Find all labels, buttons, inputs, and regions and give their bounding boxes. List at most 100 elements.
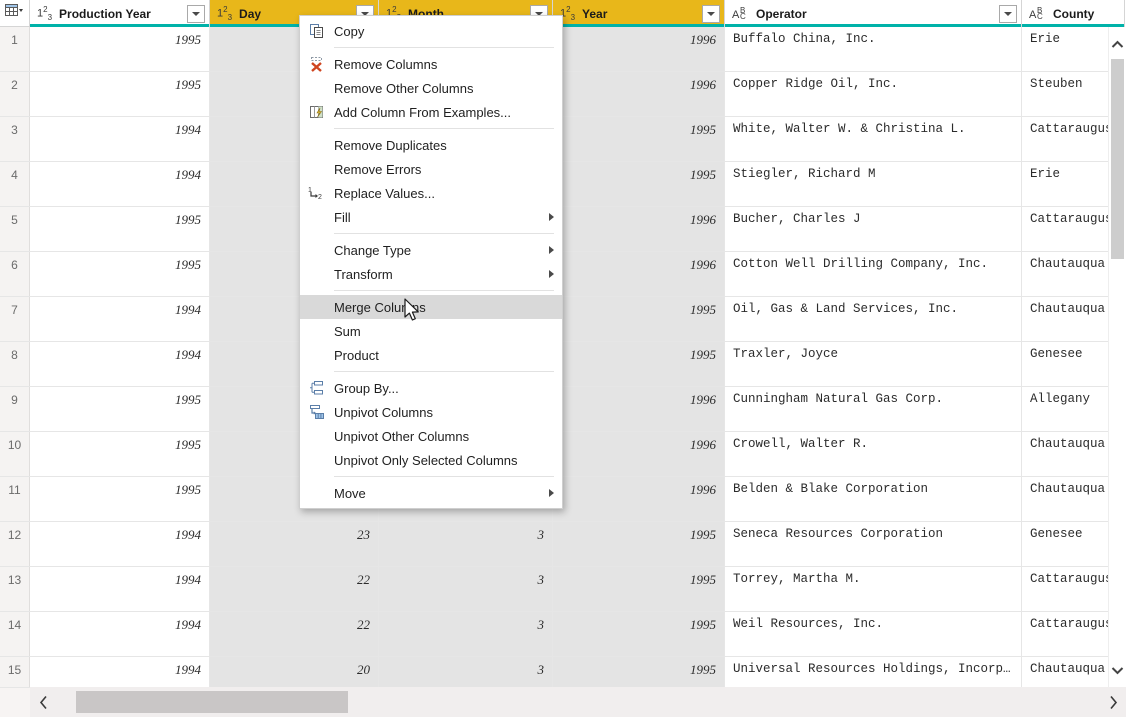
- cell-production-year[interactable]: 1994: [30, 657, 210, 687]
- cell-operator[interactable]: Stiegler, Richard M: [725, 162, 1022, 206]
- cell-operator[interactable]: Traxler, Joyce: [725, 342, 1022, 386]
- cell-year[interactable]: 1996: [553, 432, 725, 476]
- cell-year[interactable]: 1995: [553, 612, 725, 656]
- table-row[interactable]: 2 1995 1996 Copper Ridge Oil, Inc. Steuben: [0, 72, 1126, 117]
- table-row[interactable]: 10 1995 1996 Crowell, Walter R. Chautauqua: [0, 432, 1126, 477]
- table-row[interactable]: 9 1995 1996 Cunningham Natural Gas Corp. All…: [0, 387, 1126, 432]
- cell-month[interactable]: 3: [379, 567, 553, 611]
- column-header-operator[interactable]: A B C Operator: [725, 0, 1022, 27]
- table-row[interactable]: 4 1994 1995 Stiegler, Richard M Erie: [0, 162, 1126, 207]
- table-row[interactable]: 14 1994 22 3 1995 Weil Resources, Inc. Cattara…: [0, 612, 1126, 657]
- cell-operator[interactable]: Copper Ridge Oil, Inc.: [725, 72, 1022, 116]
- cell-operator[interactable]: White, Walter W. & Christina L.: [725, 117, 1022, 161]
- cell-production-year[interactable]: 1994: [30, 117, 210, 161]
- cell-production-year[interactable]: 1994: [30, 522, 210, 566]
- cell-operator[interactable]: Cotton Well Drilling Company, Inc.: [725, 252, 1022, 296]
- horizontal-scrollbar-track[interactable]: [56, 691, 1100, 713]
- horizontal-scrollbar[interactable]: [30, 687, 1126, 717]
- cell-year[interactable]: 1996: [553, 207, 725, 251]
- cell-year[interactable]: 1995: [553, 117, 725, 161]
- cell-year[interactable]: 1996: [553, 387, 725, 431]
- table-row[interactable]: 12 1994 23 3 1995 Seneca Resources Corporatio…: [0, 522, 1126, 567]
- cell-operator[interactable]: Buffalo China, Inc.: [725, 27, 1022, 71]
- menu-item-copy[interactable]: Copy: [300, 19, 562, 43]
- cell-production-year[interactable]: 1995: [30, 387, 210, 431]
- menu-item-group-by[interactable]: Group By...: [300, 376, 562, 400]
- menu-item-add-column-from-examples[interactable]: Add Column From Examples...: [300, 100, 562, 124]
- column-filter-button[interactable]: [702, 4, 720, 23]
- menu-item-replace-values[interactable]: 1 2 Replace Values...: [300, 181, 562, 205]
- horizontal-scrollbar-thumb[interactable]: [76, 691, 348, 713]
- cell-year[interactable]: 1996: [553, 72, 725, 116]
- cell-year[interactable]: 1996: [553, 27, 725, 71]
- cell-operator[interactable]: Weil Resources, Inc.: [725, 612, 1022, 656]
- cell-day[interactable]: 22: [210, 612, 379, 656]
- menu-item-remove-errors[interactable]: Remove Errors: [300, 157, 562, 181]
- menu-item-merge-columns[interactable]: Merge Columns: [300, 295, 562, 319]
- menu-item-unpivot-columns[interactable]: Unpivot Columns: [300, 400, 562, 424]
- menu-item-move[interactable]: Move: [300, 481, 562, 505]
- table-row[interactable]: 6 1995 1996 Cotton Well Drilling Company, I…: [0, 252, 1126, 297]
- cell-production-year[interactable]: 1994: [30, 297, 210, 341]
- table-row[interactable]: 5 1995 1996 Bucher, Charles J Cattaraugus: [0, 207, 1126, 252]
- column-header-county[interactable]: A B C County: [1022, 0, 1125, 27]
- menu-item-fill[interactable]: Fill: [300, 205, 562, 229]
- cell-day[interactable]: 20: [210, 657, 379, 687]
- column-header-year[interactable]: 123 Year: [553, 0, 725, 27]
- column-filter-button[interactable]: [187, 4, 205, 23]
- cell-production-year[interactable]: 1995: [30, 477, 210, 521]
- cell-year[interactable]: 1996: [553, 477, 725, 521]
- chevron-down-icon[interactable]: [1109, 661, 1126, 679]
- cell-production-year[interactable]: 1994: [30, 342, 210, 386]
- cell-year[interactable]: 1995: [553, 522, 725, 566]
- table-row[interactable]: 7 1994 1995 Oil, Gas & Land Services, Inc. C…: [0, 297, 1126, 342]
- select-all-columns-button[interactable]: [0, 0, 30, 27]
- cell-month[interactable]: 3: [379, 612, 553, 656]
- cell-production-year[interactable]: 1994: [30, 612, 210, 656]
- menu-item-remove-duplicates[interactable]: Remove Duplicates: [300, 133, 562, 157]
- cell-production-year[interactable]: 1995: [30, 207, 210, 251]
- cell-production-year[interactable]: 1994: [30, 567, 210, 611]
- menu-item-product[interactable]: Product: [300, 343, 562, 367]
- column-context-menu[interactable]: Copy Remove Columns Remove Other Columns Ad…: [299, 15, 563, 509]
- cell-production-year[interactable]: 1995: [30, 432, 210, 476]
- cell-day[interactable]: 23: [210, 522, 379, 566]
- cell-production-year[interactable]: 1994: [30, 162, 210, 206]
- menu-item-remove-columns[interactable]: Remove Columns: [300, 52, 562, 76]
- cell-operator[interactable]: Universal Resources Holdings, Incorp…: [725, 657, 1022, 687]
- menu-item-remove-other-columns[interactable]: Remove Other Columns: [300, 76, 562, 100]
- chevron-up-icon[interactable]: [1109, 35, 1126, 53]
- cell-operator[interactable]: Cunningham Natural Gas Corp.: [725, 387, 1022, 431]
- vertical-scrollbar[interactable]: [1108, 27, 1126, 687]
- cell-day[interactable]: 22: [210, 567, 379, 611]
- cell-production-year[interactable]: 1995: [30, 252, 210, 296]
- column-filter-button[interactable]: [999, 4, 1017, 23]
- column-header-production-year[interactable]: 123 Production Year: [30, 0, 210, 27]
- cell-operator[interactable]: Torrey, Martha M.: [725, 567, 1022, 611]
- cell-production-year[interactable]: 1995: [30, 27, 210, 71]
- cell-year[interactable]: 1996: [553, 252, 725, 296]
- table-row[interactable]: 15 1994 20 3 1995 Universal Resources Holding…: [0, 657, 1126, 687]
- cell-operator[interactable]: Oil, Gas & Land Services, Inc.: [725, 297, 1022, 341]
- cell-operator[interactable]: Crowell, Walter R.: [725, 432, 1022, 476]
- cell-production-year[interactable]: 1995: [30, 72, 210, 116]
- cell-year[interactable]: 1995: [553, 342, 725, 386]
- cell-year[interactable]: 1995: [553, 657, 725, 687]
- table-row[interactable]: 8 1994 1995 Traxler, Joyce Genesee: [0, 342, 1126, 387]
- cell-operator[interactable]: Bucher, Charles J: [725, 207, 1022, 251]
- menu-item-transform[interactable]: Transform: [300, 262, 562, 286]
- menu-item-sum[interactable]: Sum: [300, 319, 562, 343]
- table-row[interactable]: 111995441996Belden & Blake CorporationCh…: [0, 477, 1126, 522]
- chevron-left-icon[interactable]: [30, 695, 56, 710]
- cell-month[interactable]: 3: [379, 657, 553, 687]
- table-row[interactable]: 3 1994 1995 White, Walter W. & Christina L.…: [0, 117, 1126, 162]
- cell-operator[interactable]: Seneca Resources Corporation: [725, 522, 1022, 566]
- cell-month[interactable]: 3: [379, 522, 553, 566]
- cell-year[interactable]: 1995: [553, 297, 725, 341]
- menu-item-unpivot-only-selected-columns[interactable]: Unpivot Only Selected Columns: [300, 448, 562, 472]
- table-row[interactable]: 1 1995 1996 Buffalo China, Inc. Erie: [0, 27, 1126, 72]
- table-row[interactable]: 13 1994 22 3 1995 Torrey, Martha M. Cattaraugu…: [0, 567, 1126, 612]
- cell-operator[interactable]: Belden & Blake Corporation: [725, 477, 1022, 521]
- cell-year[interactable]: 1995: [553, 567, 725, 611]
- menu-item-unpivot-other-columns[interactable]: Unpivot Other Columns: [300, 424, 562, 448]
